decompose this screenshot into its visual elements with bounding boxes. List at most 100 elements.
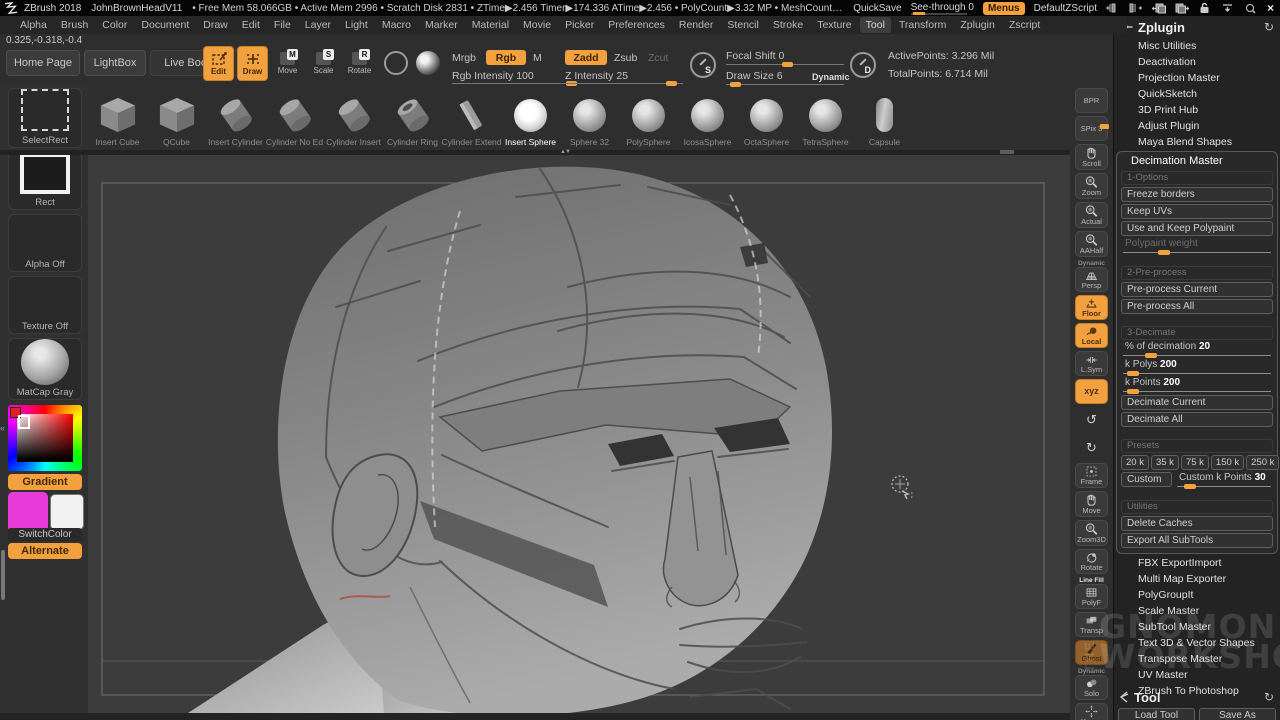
preset-150k[interactable]: 150 k [1211, 455, 1244, 470]
stroke-selector-selectrect[interactable]: SelectRect [8, 88, 82, 148]
tool-header[interactable]: Tool ↻ [1114, 686, 1280, 708]
see-through-handle[interactable] [913, 12, 925, 15]
menu-stencil[interactable]: Stencil [721, 17, 765, 33]
Ghost-button[interactable]: Ghost [1075, 640, 1108, 665]
zplugin-item-maya-blend-shapes[interactable]: Maya Blend Shapes [1114, 134, 1280, 150]
slider-k-points[interactable]: k Points 200 [1121, 377, 1273, 393]
slider-handle[interactable] [1145, 353, 1157, 358]
Actual-button[interactable]: Actual [1075, 202, 1108, 228]
collapse-right-panel-icon[interactable] [1129, 2, 1143, 14]
Zoom3D-button[interactable]: Zoom3D [1075, 520, 1108, 546]
lock-icon[interactable] [1198, 2, 1212, 14]
decimation-master-title[interactable]: Decimation Master [1119, 153, 1275, 169]
insert-mesh-tetrasphere[interactable]: TetraSphere [796, 85, 855, 150]
zplugin-item-scale-master[interactable]: Scale Master [1114, 603, 1280, 619]
Solo-button[interactable]: Solo [1075, 675, 1108, 700]
collapse-tray-icon[interactable]: « [0, 423, 5, 433]
button-use-and-keep-polypaint[interactable]: Use and Keep Polypaint [1121, 221, 1273, 236]
rotate-button[interactable]: R Rotate [344, 46, 375, 81]
zsub-button[interactable]: Zsub [614, 52, 637, 64]
switchcolor-button[interactable]: SwitchColor [8, 528, 82, 541]
slider-handle[interactable] [1127, 389, 1139, 394]
preset-35k[interactable]: 35 k [1151, 455, 1179, 470]
zplugin-item-transpose-master[interactable]: Transpose Master [1114, 651, 1280, 667]
slider-handle[interactable] [1158, 250, 1170, 255]
menu-color[interactable]: Color [96, 17, 133, 33]
PolyF-button[interactable]: PolyF [1075, 584, 1108, 609]
divider-handle-icon[interactable]: ▲▼ [560, 149, 570, 155]
rgb-button[interactable]: Rgb [486, 50, 526, 65]
insert-mesh-octasphere[interactable]: OctaSphere [737, 85, 796, 150]
gradient-button[interactable]: Gradient [8, 474, 82, 490]
zoom-window-icon[interactable] [1244, 2, 1258, 14]
collapse-left-panel-icon[interactable] [1106, 2, 1120, 14]
menu-file[interactable]: File [268, 17, 297, 33]
focal-shift-slider[interactable] [726, 64, 844, 65]
tray-scrollbar[interactable] [1, 550, 5, 600]
dynamic-label[interactable]: Dynamic [812, 72, 850, 82]
insert-mesh-cylinder-insert[interactable]: Cylinder Insert [324, 85, 383, 150]
BPR-button[interactable]: BPR [1075, 88, 1108, 113]
menu-edit[interactable]: Edit [236, 17, 266, 33]
Local-button[interactable]: Local [1075, 323, 1108, 348]
brush-preview-ball[interactable] [384, 51, 408, 75]
menu-zscript[interactable]: Zscript [1003, 17, 1047, 33]
custom-button[interactable]: Custom [1121, 472, 1172, 487]
menu-render[interactable]: Render [673, 17, 719, 33]
stroke-d-icon[interactable]: D [850, 52, 876, 78]
preset-250k[interactable]: 250 k [1246, 455, 1279, 470]
slider-handle[interactable] [1127, 371, 1139, 376]
button-keep-uvs[interactable]: Keep UVs [1121, 204, 1273, 219]
move-button[interactable]: M Move [272, 46, 303, 81]
strip-divider[interactable]: ▲▼ [0, 150, 1070, 155]
texture-off-selector[interactable]: Texture Off [8, 276, 82, 334]
zplugin-item-deactivation[interactable]: Deactivation [1114, 54, 1280, 70]
button-decimate-current[interactable]: Decimate Current [1121, 395, 1273, 410]
close-window-icon[interactable]: × [1267, 1, 1274, 15]
quicksave-button[interactable]: QuickSave [853, 3, 901, 14]
slider-polypaint-weight[interactable]: Polypaint weight [1121, 238, 1273, 254]
home-page-button[interactable]: Home Page [6, 50, 80, 76]
draw-size-handle[interactable] [730, 82, 741, 87]
zplugin-item-subtool-master[interactable]: SubTool Master [1114, 619, 1280, 635]
alpha-selector-rect[interactable]: Rect [8, 152, 82, 210]
insert-mesh-insert-cylinder[interactable]: Insert Cylinder [206, 85, 265, 150]
zadd-button[interactable]: Zadd [565, 50, 607, 65]
button-pre-process-all[interactable]: Pre-process All [1121, 299, 1273, 314]
menu-draw[interactable]: Draw [197, 17, 234, 33]
document-canvas[interactable] [88, 155, 1070, 713]
menu-layer[interactable]: Layer [299, 17, 337, 33]
menu-brush[interactable]: Brush [55, 17, 94, 33]
menu-zplugin[interactable]: Zplugin [954, 17, 1000, 33]
insert-mesh-insert-cube[interactable]: Insert Cube [88, 85, 147, 150]
button-decimate-all[interactable]: Decimate All [1121, 412, 1273, 427]
see-through-slider[interactable]: See-through 0 [911, 2, 974, 15]
zplugin-item-projection-master[interactable]: Projection Master [1114, 70, 1280, 86]
SPix 3-button[interactable]: SPix 3 [1075, 116, 1108, 141]
button-pre-process-current[interactable]: Pre-process Current [1121, 282, 1273, 297]
lightbox-button[interactable]: LightBox [84, 50, 146, 76]
AAHalf-button[interactable]: AAHalf [1075, 231, 1108, 257]
z-intensity-slider[interactable] [565, 83, 683, 84]
z-intensity-handle[interactable] [666, 81, 677, 86]
main-color-swatch[interactable] [8, 492, 48, 532]
zplugin-item-adjust-plugin[interactable]: Adjust Plugin [1114, 118, 1280, 134]
slider-k-polys[interactable]: k Polys 200 [1121, 359, 1273, 375]
slider-custom-k-points[interactable]: Custom k Points 30 [1175, 472, 1273, 488]
zplugin-item-misc-utilities[interactable]: Misc Utilities [1114, 38, 1280, 54]
tool-restore-icon[interactable]: ↻ [1264, 690, 1274, 704]
preset-20k[interactable]: 20 k [1121, 455, 1149, 470]
insert-mesh-qcube[interactable]: QCube [147, 85, 206, 150]
copy-document-right-icon[interactable] [1175, 2, 1189, 14]
zplugin-header[interactable]: Zplugin ↻ [1114, 16, 1280, 38]
menu-marker[interactable]: Marker [419, 17, 464, 33]
insert-mesh-insert-sphere[interactable]: Insert Sphere [501, 85, 560, 150]
insert-mesh-icosasphere[interactable]: IcosaSphere [678, 85, 737, 150]
load-tool-button[interactable]: Load Tool [1118, 708, 1195, 720]
zplugin-item-fbx-exportimport[interactable]: FBX ExportImport [1114, 555, 1280, 571]
Rotate-button[interactable]: Rotate [1075, 549, 1108, 574]
panel-restore-icon[interactable]: ↻ [1264, 20, 1274, 34]
zplugin-item-quicksketch[interactable]: QuickSketch [1114, 86, 1280, 102]
secondary-color-swatch[interactable] [50, 494, 84, 530]
menu-preferences[interactable]: Preferences [602, 17, 671, 33]
